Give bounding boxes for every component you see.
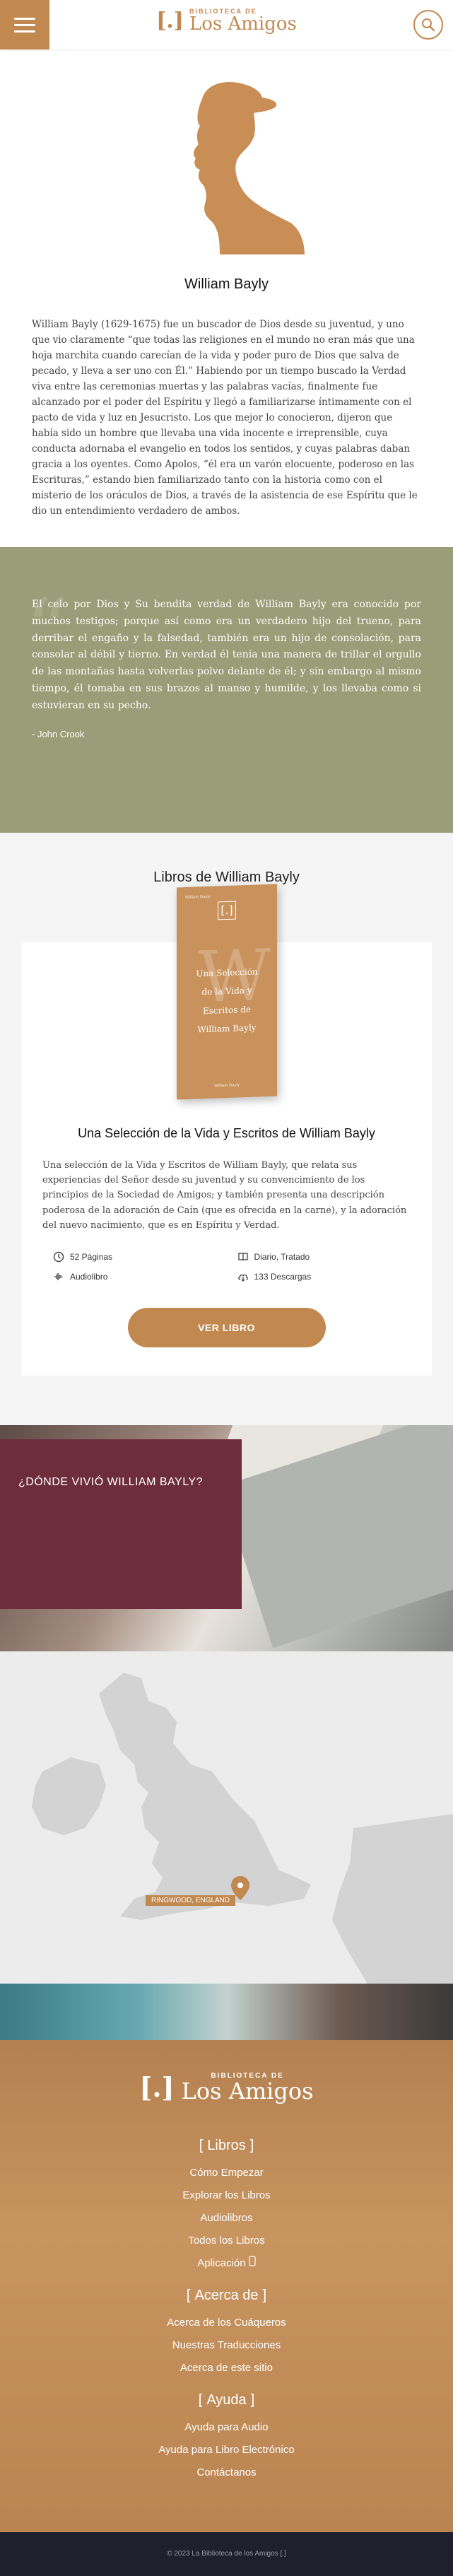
site-logo[interactable]: [.] BIBLIOTECA DE Los Amigos	[156, 8, 297, 35]
footer-link-label: Aplicación	[197, 2256, 246, 2269]
footer-link[interactable]: Ayuda para Libro Electrónico	[14, 2442, 439, 2457]
book-card: William Bayly [.] W Una Selección de la …	[21, 884, 432, 1376]
cover-author: William Bayly	[184, 894, 211, 901]
lived-title: ¿DÓNDE VIVIÓ WILLIAM BAYLY?	[18, 1475, 203, 1488]
logo-big-text: Los Amigos	[189, 13, 297, 35]
books-section: Libros de William Bayly William Bayly [.…	[0, 833, 453, 1425]
audio-icon	[54, 1272, 63, 1280]
footer-link[interactable]: Acerca de los Cuáqueros	[14, 2315, 439, 2330]
search-icon	[422, 18, 435, 32]
meta-type-label: Diario, Tratado	[254, 1251, 310, 1262]
cover-title: Una Selección de la Vida y Escritos de W…	[185, 962, 269, 1040]
hamburger-icon	[14, 30, 35, 33]
footer-link[interactable]: Contáctanos	[14, 2465, 439, 2480]
book-meta: 52 Páginas Diario, Tratado Audiolibro 13…	[53, 1251, 400, 1282]
lived-section: ¿DÓNDE VIVIÓ WILLIAM BAYLY?	[0, 1424, 453, 1651]
hamburger-icon	[14, 17, 35, 20]
footer-heading: [Ayuda]	[198, 2391, 255, 2408]
quote-section: “ El celo por Dios y Su bendita verdad d…	[0, 547, 453, 833]
view-book-button[interactable]: VER LIBRO	[127, 1307, 326, 1347]
quote-text: El celo por Dios y Su bendita verdad de …	[32, 599, 421, 711]
copyright: © 2023 La Biblioteca de los Amigos [.]	[0, 2531, 453, 2576]
menu-button[interactable]	[0, 0, 49, 49]
site-header: [.] BIBLIOTECA DE Los Amigos	[0, 0, 453, 49]
footer-group-about: [Acerca de] Acerca de los Cuáqueros Nues…	[14, 2288, 439, 2375]
footer-link-app[interactable]: Aplicación	[14, 2256, 439, 2271]
meta-audio: Audiolibro	[53, 1271, 216, 1282]
footer-link[interactable]: Explorar los Libros	[14, 2188, 439, 2203]
footer-link[interactable]: Acerca de este sitio	[14, 2360, 439, 2375]
search-button[interactable]	[413, 10, 443, 40]
footer-logo[interactable]: [.] BIBLIOTECA DE Los Amigos	[139, 2071, 314, 2104]
meta-downloads-label: 133 Descargas	[254, 1271, 312, 1282]
author-name: William Bayly	[184, 276, 269, 292]
author-bio: William Bayly (1629-1675) fue un buscado…	[32, 319, 418, 517]
footer-heading-label: Acerca de	[194, 2287, 259, 2303]
cloud-download-icon	[237, 1274, 248, 1282]
footer-link[interactable]: Todos los Libros	[14, 2233, 439, 2248]
cover-title-line: William Bayly	[196, 1022, 257, 1035]
book-cover[interactable]: William Bayly [.] W Una Selección de la …	[176, 884, 277, 1100]
lived-title-box: ¿DÓNDE VIVIÓ WILLIAM BAYLY?	[0, 1439, 242, 1609]
meta-pages-label: 52 Páginas	[70, 1251, 113, 1262]
footer-link[interactable]: Audiolibros	[14, 2211, 439, 2225]
books-photo-strip	[0, 1983, 453, 2040]
hamburger-icon	[14, 23, 35, 26]
footer-heading-label: Ayuda	[206, 2391, 247, 2408]
cover-title-line: Escritos de	[202, 1004, 251, 1016]
footer-link[interactable]: Nuestras Traducciones	[14, 2338, 439, 2353]
cover-title-line: de la Vida y	[201, 985, 252, 997]
author-portrait	[193, 82, 305, 254]
footer-link[interactable]: Ayuda para Audio	[14, 2420, 439, 2435]
footer-heading: [Libros]	[199, 2137, 254, 2153]
meta-pages: 52 Páginas	[53, 1251, 216, 1263]
footer-heading-label: Libros	[207, 2137, 246, 2153]
phone-icon	[249, 2256, 256, 2266]
clock-icon	[53, 1251, 64, 1263]
cover-title-line: Una Selección	[195, 966, 258, 979]
footer-group-help: [Ayuda] Ayuda para Audio Ayuda para Libr…	[14, 2392, 439, 2480]
footer-logo-big-text: Los Amigos	[181, 2077, 314, 2104]
meta-downloads: 133 Descargas	[237, 1271, 401, 1282]
books-section-title: Libros de William Bayly	[153, 870, 300, 885]
cover-logo-icon: [.]	[217, 901, 236, 920]
map-graphic	[32, 1672, 453, 1984]
meta-type: Diario, Tratado	[237, 1251, 401, 1263]
footer-link[interactable]: Cómo Empezar	[14, 2165, 439, 2180]
site-footer: [.] BIBLIOTECA DE Los Amigos [Libros] Có…	[0, 2039, 453, 2532]
footer-heading: [Acerca de]	[186, 2287, 267, 2303]
meta-audio-label: Audiolibro	[70, 1271, 108, 1282]
book-description: Una selección de la Vida y Escritos de W…	[42, 1160, 407, 1231]
cover-bottom-author: William Bayly	[213, 1083, 240, 1089]
author-section: William Bayly William Bayly (1629-1675) …	[0, 49, 453, 547]
footer-logo-mark: [.]	[139, 2071, 175, 2103]
book-title[interactable]: Una Selección de la Vida y Escritos de W…	[42, 1126, 411, 1141]
map-location-label[interactable]: RINGWOOD, ENGLAND	[146, 1895, 236, 1906]
quote-author: - John Crook	[32, 728, 85, 739]
footer-group-books: [Libros] Cómo Empezar Explorar los Libro…	[14, 2138, 439, 2271]
location-map[interactable]: RINGWOOD, ENGLAND	[0, 1651, 453, 1984]
book-icon	[237, 1253, 248, 1261]
logo-mark: [.]	[156, 8, 184, 33]
